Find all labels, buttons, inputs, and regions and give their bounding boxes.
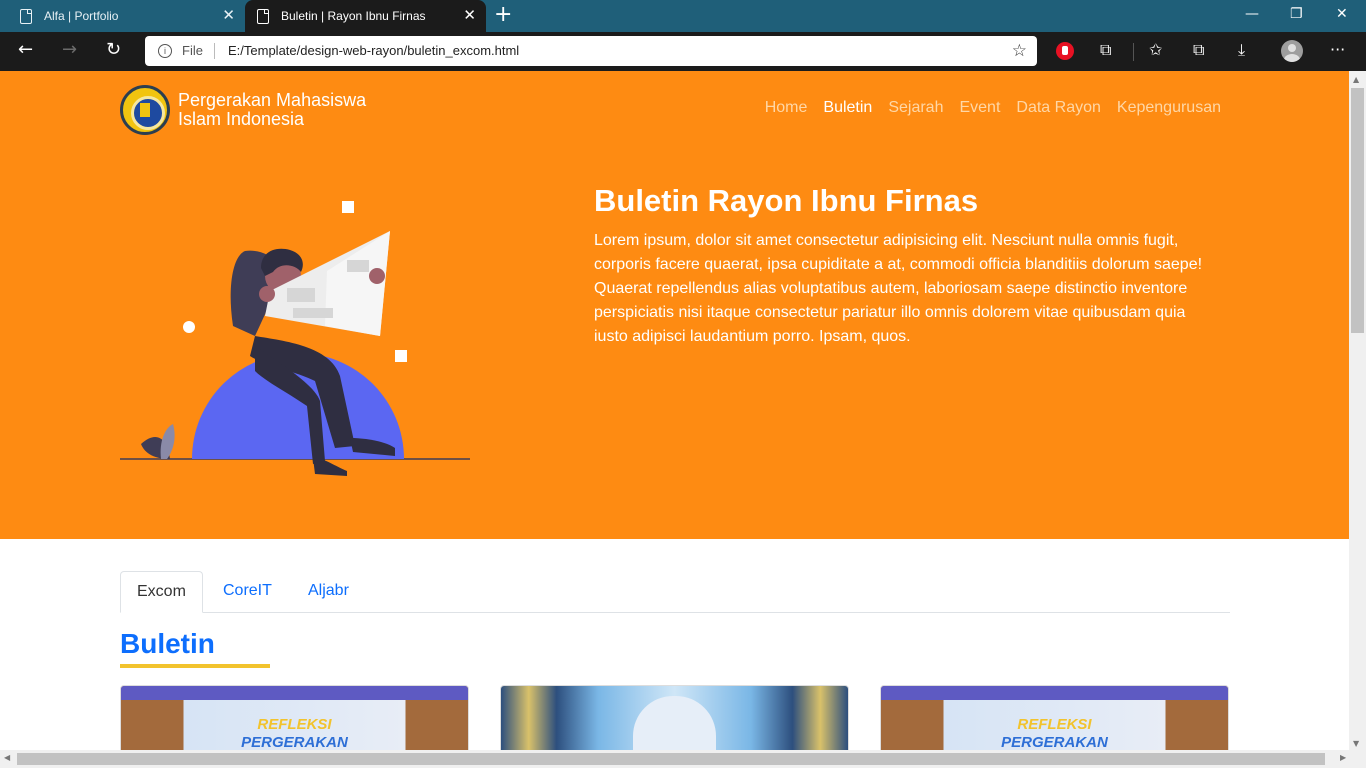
document-icon	[257, 8, 269, 24]
nav-sejarah[interactable]: Sejarah	[888, 99, 943, 117]
address-bar[interactable]: i File E:/Template/design-web-rayon/bule…	[145, 36, 1037, 66]
extension-icon[interactable]	[1056, 42, 1074, 60]
horizontal-scrollbar[interactable]: ◀ ▶	[0, 750, 1366, 768]
card-image-text: REFLEKSI	[1017, 716, 1092, 733]
buletin-card[interactable]: REFLEKSI PERGERAKAN	[120, 685, 469, 750]
tab-aljabr[interactable]: Aljabr	[292, 571, 365, 613]
card-image-text: PERGERAKAN	[241, 734, 348, 750]
pmii-logo	[120, 85, 170, 135]
forward-icon[interactable]: →	[62, 40, 77, 60]
divider	[1133, 43, 1134, 61]
section-underline	[120, 664, 270, 668]
scrollbar-thumb[interactable]	[17, 753, 1325, 765]
divider	[214, 43, 215, 59]
browser-toolbar: ← → ↻ i File E:/Template/design-web-rayo…	[0, 32, 1366, 71]
scrollbar-thumb[interactable]	[1351, 88, 1364, 333]
brand-line-1: Pergerakan Mahasiswa	[178, 90, 367, 110]
card-image-text: REFLEKSI	[257, 716, 332, 733]
scroll-right-icon[interactable]: ▶	[1340, 753, 1346, 762]
tab-excom[interactable]: Excom	[120, 571, 203, 613]
extensions-puzzle-icon[interactable]: ⧉	[1100, 41, 1111, 59]
nav-buletin[interactable]: Buletin	[823, 99, 872, 117]
main-nav: Home Buletin Sejarah Event Data Rayon Ke…	[765, 99, 1221, 117]
new-tab-button[interactable]: +	[494, 4, 512, 26]
scheme-label: File	[182, 43, 203, 58]
tab-title: Buletin | Rayon Ibnu Firnas	[281, 9, 426, 23]
card-image-banner	[881, 686, 1228, 700]
nav-home[interactable]: Home	[765, 99, 808, 117]
page-viewport: Pergerakan Mahasiswa Islam Indonesia Hom…	[0, 71, 1349, 750]
document-icon	[20, 8, 32, 24]
hero-section: Pergerakan Mahasiswa Islam Indonesia Hom…	[0, 71, 1349, 539]
card-image-text: PERGERAKAN	[1001, 734, 1108, 750]
close-tab-icon[interactable]: ✕	[463, 8, 476, 23]
profile-avatar-icon[interactable]	[1281, 40, 1303, 62]
reading-person-illustration	[120, 201, 470, 476]
back-icon[interactable]: ←	[18, 40, 33, 60]
minimize-icon[interactable]: —	[1245, 6, 1259, 22]
nav-kepengurusan[interactable]: Kepengurusan	[1117, 99, 1221, 117]
collections-icon[interactable]: ⧉	[1193, 41, 1204, 59]
buletin-tabs: Excom CoreIT Aljabr	[120, 571, 1230, 613]
favorites-icon[interactable]: ✩	[1149, 41, 1162, 59]
browser-tab-strip: Alfa | Portfolio ✕ Buletin | Rayon Ibnu …	[0, 0, 1366, 32]
hero-title: Buletin Rayon Ibnu Firnas	[594, 183, 979, 218]
browser-tab-active[interactable]: Buletin | Rayon Ibnu Firnas ✕	[245, 0, 486, 32]
downloads-icon[interactable]: ⤓	[1238, 41, 1245, 59]
section-title: Buletin	[120, 628, 215, 659]
navbar-brand[interactable]: Pergerakan Mahasiswa Islam Indonesia	[120, 85, 366, 135]
scroll-down-icon[interactable]: ▼	[1353, 739, 1359, 748]
brand-line-2: Islam Indonesia	[178, 109, 305, 129]
tab-coreit[interactable]: CoreIT	[207, 571, 288, 613]
more-menu-icon[interactable]: ···	[1330, 41, 1345, 59]
scroll-up-icon[interactable]: ▲	[1353, 75, 1359, 84]
buletin-card[interactable]: REFLEKSI PERGERAKAN	[880, 685, 1229, 750]
scroll-left-icon[interactable]: ◀	[4, 753, 10, 762]
restore-icon[interactable]: ❐	[1290, 6, 1303, 22]
browser-tab[interactable]: Alfa | Portfolio ✕	[8, 0, 245, 32]
info-icon[interactable]: i	[158, 44, 172, 58]
vertical-scrollbar[interactable]: ▲ ▼	[1349, 71, 1366, 750]
reload-icon[interactable]: ↻	[106, 40, 121, 60]
buletin-card[interactable]	[500, 685, 849, 750]
brand-text: Pergerakan Mahasiswa Islam Indonesia	[178, 91, 366, 129]
hero-description: Lorem ipsum, dolor sit amet consectetur …	[594, 232, 1203, 345]
tab-title: Alfa | Portfolio	[44, 9, 119, 23]
close-window-icon[interactable]: ✕	[1336, 6, 1348, 22]
nav-event[interactable]: Event	[959, 99, 1000, 117]
close-tab-icon[interactable]: ✕	[222, 8, 235, 23]
url-text[interactable]: E:/Template/design-web-rayon/buletin_exc…	[228, 43, 519, 58]
card-image-banner	[121, 686, 468, 700]
add-favorite-icon[interactable]: ☆	[1012, 41, 1027, 61]
nav-data-rayon[interactable]: Data Rayon	[1016, 99, 1101, 117]
